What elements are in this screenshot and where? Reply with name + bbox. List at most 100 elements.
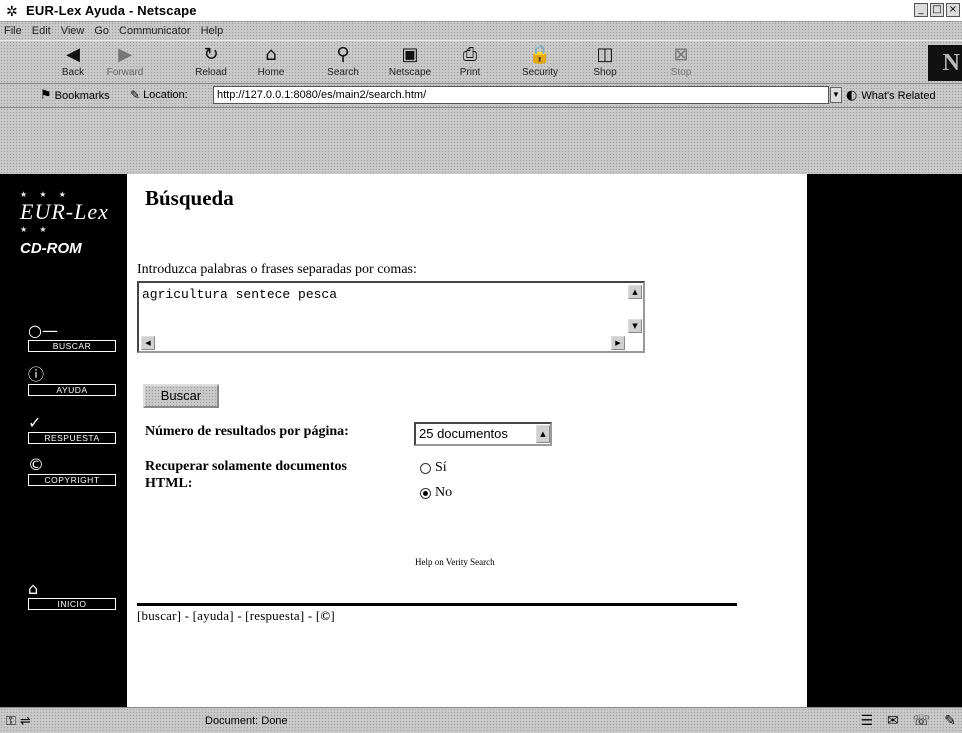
menu-bar: File Edit View Go Communicator Help [0, 22, 962, 40]
chevron-down-icon: ▲ [536, 425, 550, 443]
print-button[interactable]: ⎙ Print [445, 43, 495, 83]
home-button[interactable]: ⌂ Home [246, 43, 296, 83]
status-text: Document: Done [205, 715, 288, 727]
footer-sep: ] - [ [229, 608, 250, 623]
home-icon: ⌂ [265, 44, 277, 65]
security-status-icon[interactable]: ⚿ ⇌ [6, 714, 31, 729]
whats-related-icon: ◐ [846, 88, 858, 103]
page-title: Búsqueda [145, 186, 234, 210]
key-icon: ○— [28, 321, 58, 340]
stop-icon: ⊠ [673, 44, 689, 65]
sidebar-item-inicio[interactable]: ⌂ INICIO [28, 580, 122, 610]
shop-button[interactable]: ◫ Shop [580, 43, 630, 83]
home-icon: ⌂ [28, 579, 39, 598]
results-per-page-value: 25 documentos [419, 426, 508, 441]
search-page: Búsqueda Introduzca palabras o frases se… [127, 174, 807, 707]
window-controls: _ □ × [914, 3, 960, 17]
buscar-button[interactable]: Buscar [143, 384, 219, 408]
results-per-page-select[interactable]: 25 documentos ▲ [414, 422, 552, 446]
query-horizontal-scrollbar[interactable]: ◀ ▶ [139, 335, 627, 351]
mail-icon[interactable]: ✉ [887, 713, 899, 729]
minimize-button[interactable]: _ [914, 3, 928, 17]
back-arrow-icon: ◀ [66, 44, 80, 65]
sidebar-item-copyright[interactable]: © COPYRIGHT [28, 456, 122, 486]
query-vertical-scrollbar[interactable]: ▲ ▼ [627, 283, 643, 351]
query-textarea-frame: agricultura sentece pesca ▲ ▼ ◀ ▶ [137, 281, 645, 353]
status-bar: ⚿ ⇌ Document: Done ☰ ✉ ☏ ✎ [0, 707, 962, 733]
scroll-left-icon[interactable]: ◀ [141, 336, 155, 350]
maximize-button[interactable]: □ [930, 3, 944, 17]
copyright-icon: © [28, 455, 44, 474]
sidebar-item-ayuda[interactable]: ⓘ AYUDA [28, 366, 122, 396]
footer-link-copyright[interactable]: © [320, 608, 330, 623]
radio-yes[interactable]: Sí [420, 460, 447, 476]
sidebar-item-buscar[interactable]: ○— BUSCAR [28, 322, 122, 352]
radio-yes-circle[interactable] [420, 462, 431, 474]
menu-communicator[interactable]: Communicator [119, 25, 191, 37]
close-button[interactable]: × [946, 3, 960, 17]
reload-icon: ↻ [203, 44, 219, 65]
forward-button[interactable]: ▶ Forward [100, 43, 150, 83]
whats-related-button[interactable]: ◐ What's Related [846, 88, 936, 103]
shop-icon: ◫ [596, 44, 614, 65]
window-titlebar: ✲ EUR-Lex Ayuda - Netscape _ □ × [0, 0, 962, 22]
sidebar: ★ ★ ★ EUR-Lex ★ ★ CD-ROM ○— BUSCAR ⓘ AYU… [0, 174, 127, 707]
html-only-label: Recuperar solamente documentos HTML: [145, 459, 347, 491]
window-title: EUR-Lex Ayuda - Netscape [26, 3, 197, 18]
composer-icon[interactable]: ✎ [944, 713, 956, 729]
forward-arrow-icon: ▶ [118, 44, 132, 65]
query-textarea[interactable]: agricultura sentece pesca [142, 287, 624, 331]
url-field[interactable]: http://127.0.0.1:8080/es/main2/search.ht… [213, 86, 829, 104]
netscape-star-icon: ✲ [6, 2, 18, 19]
check-icon: ✓ [28, 413, 42, 432]
sidebar-item-respuesta[interactable]: ✓ RESPUESTA [28, 414, 122, 444]
security-button[interactable]: 🔒 Security [515, 43, 565, 83]
search-button[interactable]: ⚲ Search [318, 43, 368, 83]
info-icon: ⓘ [28, 365, 45, 384]
page-proxy-icon: ✎ [130, 88, 141, 102]
scroll-up-icon[interactable]: ▲ [628, 285, 642, 299]
location-label: ✎ Location: [130, 88, 188, 102]
bookmark-icon: ⚑ [40, 88, 52, 103]
footer-divider [137, 603, 737, 606]
footer-sep: ] - [ [176, 608, 198, 623]
back-button[interactable]: ◀ Back [48, 43, 98, 83]
radio-no-circle[interactable] [420, 487, 431, 499]
scroll-right-icon[interactable]: ▶ [611, 336, 625, 350]
footer-sep: ] - [ [299, 608, 321, 623]
footer-link-respuesta[interactable]: respuesta [250, 608, 300, 623]
navigation-toolbar: ◀ Back ▶ Forward ↻ Reload ⌂ Home ⚲ Searc… [0, 40, 962, 84]
footer-nav: [buscar] - [ayuda] - [respuesta] - [©] [137, 608, 335, 624]
footer-link-buscar[interactable]: buscar [142, 608, 177, 623]
bookmarks-button[interactable]: ⚑ Bookmarks [40, 88, 110, 103]
menu-go[interactable]: Go [94, 25, 109, 37]
print-icon: ⎙ [462, 44, 478, 65]
location-toolbar: ⚑ Bookmarks ✎ Location: http://127.0.0.1… [0, 84, 962, 108]
eu-stars-lower-icon: ★ ★ [20, 225, 52, 234]
component-bar: ☰ ✉ ☏ ✎ [860, 713, 956, 729]
menu-edit[interactable]: Edit [32, 25, 51, 37]
radio-no[interactable]: No [420, 485, 452, 501]
eu-stars-icon: ★ ★ ★ [20, 190, 71, 199]
footer-link-ayuda[interactable]: ayuda [197, 608, 229, 623]
search-icon: ⚲ [336, 44, 350, 65]
verity-help-link[interactable]: Help on Verity Search [415, 557, 495, 567]
menu-help[interactable]: Help [201, 25, 224, 37]
netscape-button[interactable]: ▣ Netscape [385, 43, 435, 83]
navigator-icon[interactable]: ☰ [860, 713, 873, 729]
results-per-page-label: Número de resultados por página: [145, 424, 349, 439]
lock-icon: 🔒 [528, 44, 552, 65]
netscape-icon: ▣ [401, 44, 419, 65]
scroll-down-icon[interactable]: ▼ [628, 319, 642, 333]
menu-file[interactable]: File [4, 25, 22, 37]
discussions-icon[interactable]: ☏ [913, 713, 931, 729]
menu-view[interactable]: View [61, 25, 85, 37]
logo-text: EUR-Lex [20, 199, 109, 224]
url-dropdown-button[interactable]: ▼ [830, 87, 842, 103]
netscape-logo: N [928, 45, 962, 81]
stop-button[interactable]: ⊠ Stop [656, 43, 706, 83]
personal-toolbar [0, 108, 962, 174]
reload-button[interactable]: ↻ Reload [186, 43, 236, 83]
eurlex-logo: ★ ★ ★ EUR-Lex ★ ★ CD-ROM [20, 190, 124, 257]
query-label: Introduzca palabras o frases separadas p… [137, 262, 417, 277]
